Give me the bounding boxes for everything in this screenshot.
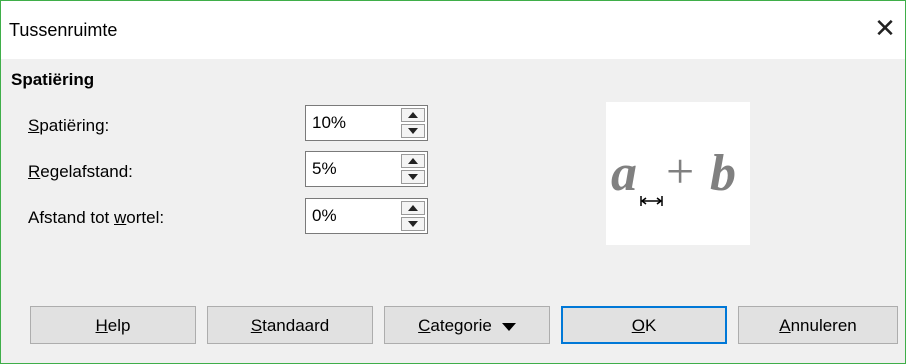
formula-preview: a + b [606, 102, 750, 245]
root-distance-increment-button[interactable] [401, 201, 425, 215]
spacing-decrement-button[interactable] [401, 124, 425, 138]
root-distance-decrement-button[interactable] [401, 217, 425, 231]
line-spacing-decrement-button[interactable] [401, 170, 425, 184]
preview-variable-a: a [611, 145, 637, 202]
formula-preview-svg: a + b [611, 143, 736, 206]
line-spacing-spinbox[interactable]: 5% [305, 151, 428, 187]
section-heading: Spatiëring [11, 70, 95, 89]
spacing-value[interactable]: 10% [312, 106, 346, 140]
window-title: Tussenruimte [9, 20, 118, 40]
close-icon[interactable]: ✕ [873, 15, 897, 41]
help-button[interactable]: Help [30, 306, 196, 344]
title-bar: Tussenruimte ✕ [1, 1, 905, 59]
dialog-window: Tussenruimte ✕ Spatiëring Spatiëring: 10… [0, 0, 906, 364]
line-spacing-spin-buttons [401, 154, 425, 184]
dropdown-arrow-icon [501, 322, 516, 331]
spacing-label: Spatiëring: [28, 116, 110, 135]
cancel-button[interactable]: Annuleren [738, 306, 898, 344]
line-spacing-label: Regelafstand: [28, 162, 133, 181]
preview-operator: + [666, 143, 694, 199]
line-spacing-value[interactable]: 5% [312, 152, 337, 186]
button-bar: Help Standaard Categorie OK Annuleren [1, 293, 905, 363]
root-distance-value[interactable]: 0% [312, 199, 337, 233]
root-distance-spinbox[interactable]: 0% [305, 198, 428, 234]
arrow-down-icon [408, 128, 418, 134]
spacing-spinbox[interactable]: 10% [305, 105, 428, 141]
arrow-down-icon [408, 174, 418, 180]
arrow-up-icon [408, 112, 418, 118]
spacing-arrow-icon [640, 196, 663, 206]
arrow-up-icon [408, 158, 418, 164]
root-distance-spin-buttons [401, 201, 425, 231]
default-button[interactable]: Standaard [207, 306, 373, 344]
preview-variable-b: b [710, 145, 736, 202]
ok-button[interactable]: OK [561, 306, 727, 344]
spacing-spin-buttons [401, 108, 425, 138]
arrow-down-icon [408, 221, 418, 227]
arrow-up-icon [408, 205, 418, 211]
spacing-increment-button[interactable] [401, 108, 425, 122]
line-spacing-increment-button[interactable] [401, 154, 425, 168]
category-button[interactable]: Categorie [384, 306, 550, 344]
root-distance-label: Afstand tot wortel: [28, 208, 165, 227]
